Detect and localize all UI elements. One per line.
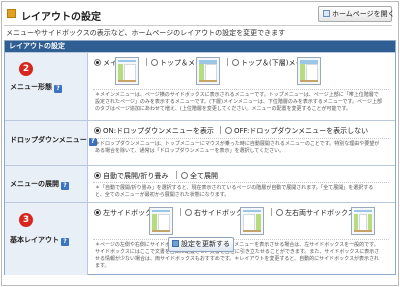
menu-expand-label: メニューの展開 <box>10 180 59 188</box>
menu-expand-option-label: 自動で展開/折り畳み <box>103 172 169 180</box>
dropdown-menu-row: ドロップダウンメニュー? ON:ドロップダウンメニューを表示 | OFF:ドロッ… <box>5 120 395 165</box>
help-icon[interactable]: ? <box>61 238 69 246</box>
basic-layout-label-cell: 3 基本レイアウト? <box>5 203 88 275</box>
dropdown-label-cell: ドロップダウンメニュー? <box>5 121 97 165</box>
menu-expand-option-label: 全て展開 <box>190 172 218 180</box>
basic-layout-label: 基本レイアウト <box>10 236 59 244</box>
header-divider <box>4 25 392 26</box>
dropdown-option-label: ON:ドロップダウンメニューを表示 <box>103 127 214 135</box>
dropdown-option-label: OFF:ドロップダウンメニューを表示しない <box>234 127 369 135</box>
open-homepage-label: ホームページを開く <box>332 10 395 18</box>
radio-unselected[interactable] <box>276 209 283 216</box>
external-window-icon <box>323 10 330 17</box>
settings-page-icon <box>7 9 16 18</box>
radio-unselected[interactable] <box>181 172 188 179</box>
layout-thumbnail-right-sidebox <box>240 207 264 235</box>
radio-selected[interactable] <box>94 172 101 179</box>
radio-unselected[interactable] <box>185 209 192 216</box>
radio-selected[interactable] <box>94 127 101 134</box>
dropdown-option-off[interactable]: OFF:ドロップダウンメニューを表示しない <box>225 126 368 136</box>
help-icon[interactable]: ? <box>61 182 69 190</box>
radio-selected[interactable] <box>94 59 101 66</box>
basic-layout-note: ＊ページの左側や右側にサイドボックスを表示します。左側にメニューを表示させる場合… <box>95 242 380 269</box>
panel-title: レイアウトの設定 <box>5 41 395 52</box>
update-settings-label: 設定を更新する <box>181 240 230 248</box>
help-icon[interactable]: ? <box>54 85 62 93</box>
menu-type-label-cell: 2 メニュー形態? <box>5 53 88 120</box>
layout-option-label: 左右両サイドボックス <box>285 209 355 217</box>
dropdown-option-on[interactable]: ON:ドロップダウンメニューを表示 <box>94 126 214 136</box>
radio-unselected[interactable] <box>225 127 232 134</box>
menu-expand-label-cell: メニューの展開? <box>5 166 88 202</box>
menu-expand-option-all[interactable]: 全て展開 <box>181 171 218 181</box>
radio-unselected[interactable] <box>232 59 239 66</box>
radio-unselected[interactable] <box>151 59 158 66</box>
page-header: レイアウトの設定 ホームページを開く <box>4 4 395 24</box>
layout-thumbnail-top-lower-main <box>297 57 321 85</box>
radio-selected[interactable] <box>94 209 101 216</box>
layout-thumbnail-main <box>115 57 139 85</box>
update-settings-button[interactable]: 設定を更新する <box>168 237 234 252</box>
menu-type-note: ＊メインメニューは、ページ横のサイドボックスに表示されるメニューです。トップメニ… <box>95 92 382 112</box>
open-homepage-button[interactable]: ホームページを開く <box>318 6 395 22</box>
menu-expand-row: メニューの展開? 自動で展開/折り畳み | 全て展開 ＊「自動で展開/折り畳み」… <box>5 165 395 202</box>
dropdown-note: ＊ドロップダウンメニューは、トップメニューにマウスが乗った時に自動展開されるメニ… <box>95 141 380 154</box>
menu-type-label: メニュー形態 <box>10 83 52 91</box>
step-2-badge: 2 <box>19 62 33 76</box>
page-title: レイアウトの設定 <box>21 12 101 23</box>
page-description: メニューやサイドボックスの表示など、ホームページのレイアウトの設定を変更できます <box>6 29 286 37</box>
menu-type-row: 2 メニュー形態? メイン | トップ＆メイン | トップ＆(下層)メイン ＊メ… <box>5 52 395 120</box>
menu-expand-option-auto[interactable]: 自動で展開/折り畳み <box>94 171 168 181</box>
layout-thumbnail-top-main <box>196 57 220 85</box>
layout-option-both-sidebox[interactable]: 左右両サイドボックス <box>276 208 355 218</box>
dropdown-label: ドロップダウンメニュー <box>10 136 87 144</box>
layout-thumbnail-left-sidebox <box>149 207 173 235</box>
update-icon <box>172 240 179 247</box>
step-3-badge: 3 <box>19 213 33 227</box>
layout-thumbnail-both-sidebox <box>351 207 375 235</box>
menu-expand-note: ＊「自動で展開/折り畳み」を選択すると、現在表示されているページの階層が自動で展… <box>95 185 374 198</box>
